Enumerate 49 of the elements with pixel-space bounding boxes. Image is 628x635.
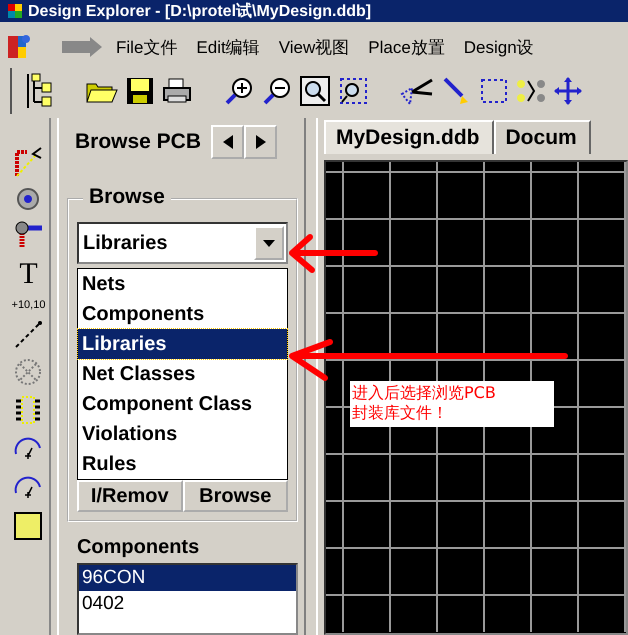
scroll-right-button[interactable] [244,125,278,159]
dropdown-option[interactable]: Net Classes [78,359,287,389]
component-item[interactable]: 96CON [78,565,296,591]
menu-item[interactable]: Design设 [464,36,534,58]
route-icon[interactable] [13,146,44,178]
left-arrow-icon [222,135,233,149]
panel-tab[interactable]: Browse PCB [74,130,202,154]
right-arrow-icon [256,135,266,149]
tree-icon[interactable] [24,72,54,110]
tool-label[interactable]: T [19,259,38,289]
save-icon[interactable] [126,77,154,105]
annotation-note: 进入后选择浏览PCB封装库文件！ [350,381,554,427]
document-icon[interactable] [8,34,32,60]
zoom-in-icon[interactable] [224,76,254,106]
chip-icon[interactable] [14,395,42,425]
dropdown-option[interactable]: Component Class [78,389,287,419]
dropdown-arrow-icon [263,240,275,246]
move-selection-icon[interactable] [516,77,546,105]
dropdown-option[interactable]: Nets [78,269,287,299]
dropdown-option[interactable]: Libraries [78,329,287,359]
scroll-left-button[interactable] [211,125,244,159]
keepout-icon[interactable] [14,358,42,386]
panel-button[interactable]: I/Remov [76,480,182,512]
dropdown-option[interactable]: Violations [78,419,287,449]
dropdown-option[interactable]: Components [78,299,287,329]
zoom-area-icon[interactable] [338,76,368,106]
fill-icon[interactable] [14,512,42,540]
menu-item[interactable]: File文件 [116,36,178,58]
document-tab[interactable]: MyDesign.ddb [324,120,494,154]
dropdown-option[interactable]: Rules [78,449,287,479]
app-icon [8,4,22,18]
zoom-fit-icon[interactable] [300,76,330,106]
browse-dropdown[interactable]: Libraries [76,222,288,264]
pad-icon[interactable] [16,187,40,211]
list-title: Components [76,536,200,559]
zoom-out-icon[interactable] [262,76,292,106]
component-item[interactable]: 0402 [78,591,296,617]
tool-label[interactable]: +10,10 [12,298,46,312]
document-tab[interactable]: Docum [494,120,591,154]
menu-item[interactable]: View视图 [278,36,350,58]
panel-button[interactable]: Browse [182,480,288,512]
move-icon[interactable] [554,77,582,105]
selection-icon[interactable] [480,77,508,105]
via-icon[interactable] [13,220,44,250]
window-title: Design Explorer - [D:\protel试\MyDesign.ddb] [28,2,372,22]
dimension-icon[interactable] [14,321,42,349]
menu-item[interactable]: Place放置 [368,36,445,58]
menu-item[interactable]: Edit编辑 [196,36,260,58]
printer-icon[interactable] [162,78,192,104]
